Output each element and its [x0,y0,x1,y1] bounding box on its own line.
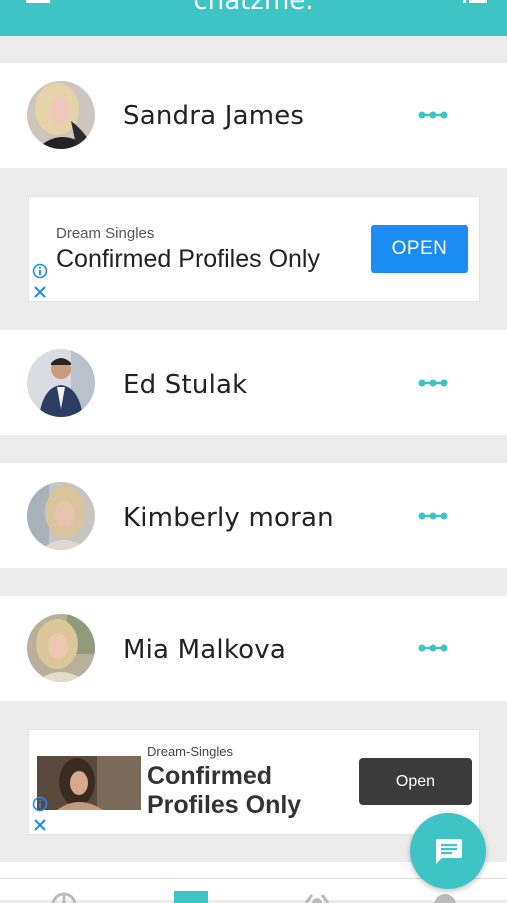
close-icon[interactable] [32,817,48,833]
nav-globe-icon[interactable] [47,891,81,903]
ad-open-button[interactable]: OPEN [371,225,468,273]
avatar [27,482,95,550]
app-title: chatzme. [193,0,314,16]
nav-profile-icon[interactable] [428,891,462,903]
ad-advertiser: Dream-Singles [147,744,233,759]
ad-headline: Confirmed Profiles Only [56,245,320,273]
contact-name: Ed Stulak [123,370,248,400]
ad-image [37,756,141,810]
avatar [27,349,95,417]
ad-headline: Confirmed Profiles Only [147,762,302,819]
ad-banner[interactable]: Dream Singles Confirmed Profiles Only OP… [28,196,480,302]
ad-banner[interactable]: Dream-Singles Confirmed Profiles Only Op… [28,729,480,835]
list-icon[interactable] [463,0,487,8]
app-header: chatzme. [0,0,507,36]
avatar [27,81,95,149]
more-dots-icon[interactable] [418,511,448,521]
contact-name: Sandra James [123,101,305,131]
avatar [27,614,95,682]
more-dots-icon[interactable] [418,110,448,120]
contact-card[interactable]: Sandra James [0,63,507,168]
ad-open-button[interactable]: Open [359,758,472,805]
info-icon[interactable] [32,263,48,279]
nav-broadcast-icon[interactable] [300,891,334,903]
contact-card[interactable]: Ed Stulak [0,330,507,435]
ad-advertiser: Dream Singles [56,225,155,242]
nav-chat-icon[interactable] [174,891,208,903]
new-chat-button[interactable] [410,813,486,889]
chat-bubble-icon [436,839,462,864]
close-icon[interactable] [32,284,48,300]
contact-card[interactable]: Mia Malkova [0,596,507,701]
more-dots-icon[interactable] [418,643,448,653]
contact-name: Mia Malkova [123,635,286,665]
info-icon[interactable] [32,796,48,812]
more-dots-icon[interactable] [418,378,448,388]
contact-card[interactable]: Kimberly moran [0,463,507,568]
contact-name: Kimberly moran [123,503,334,533]
